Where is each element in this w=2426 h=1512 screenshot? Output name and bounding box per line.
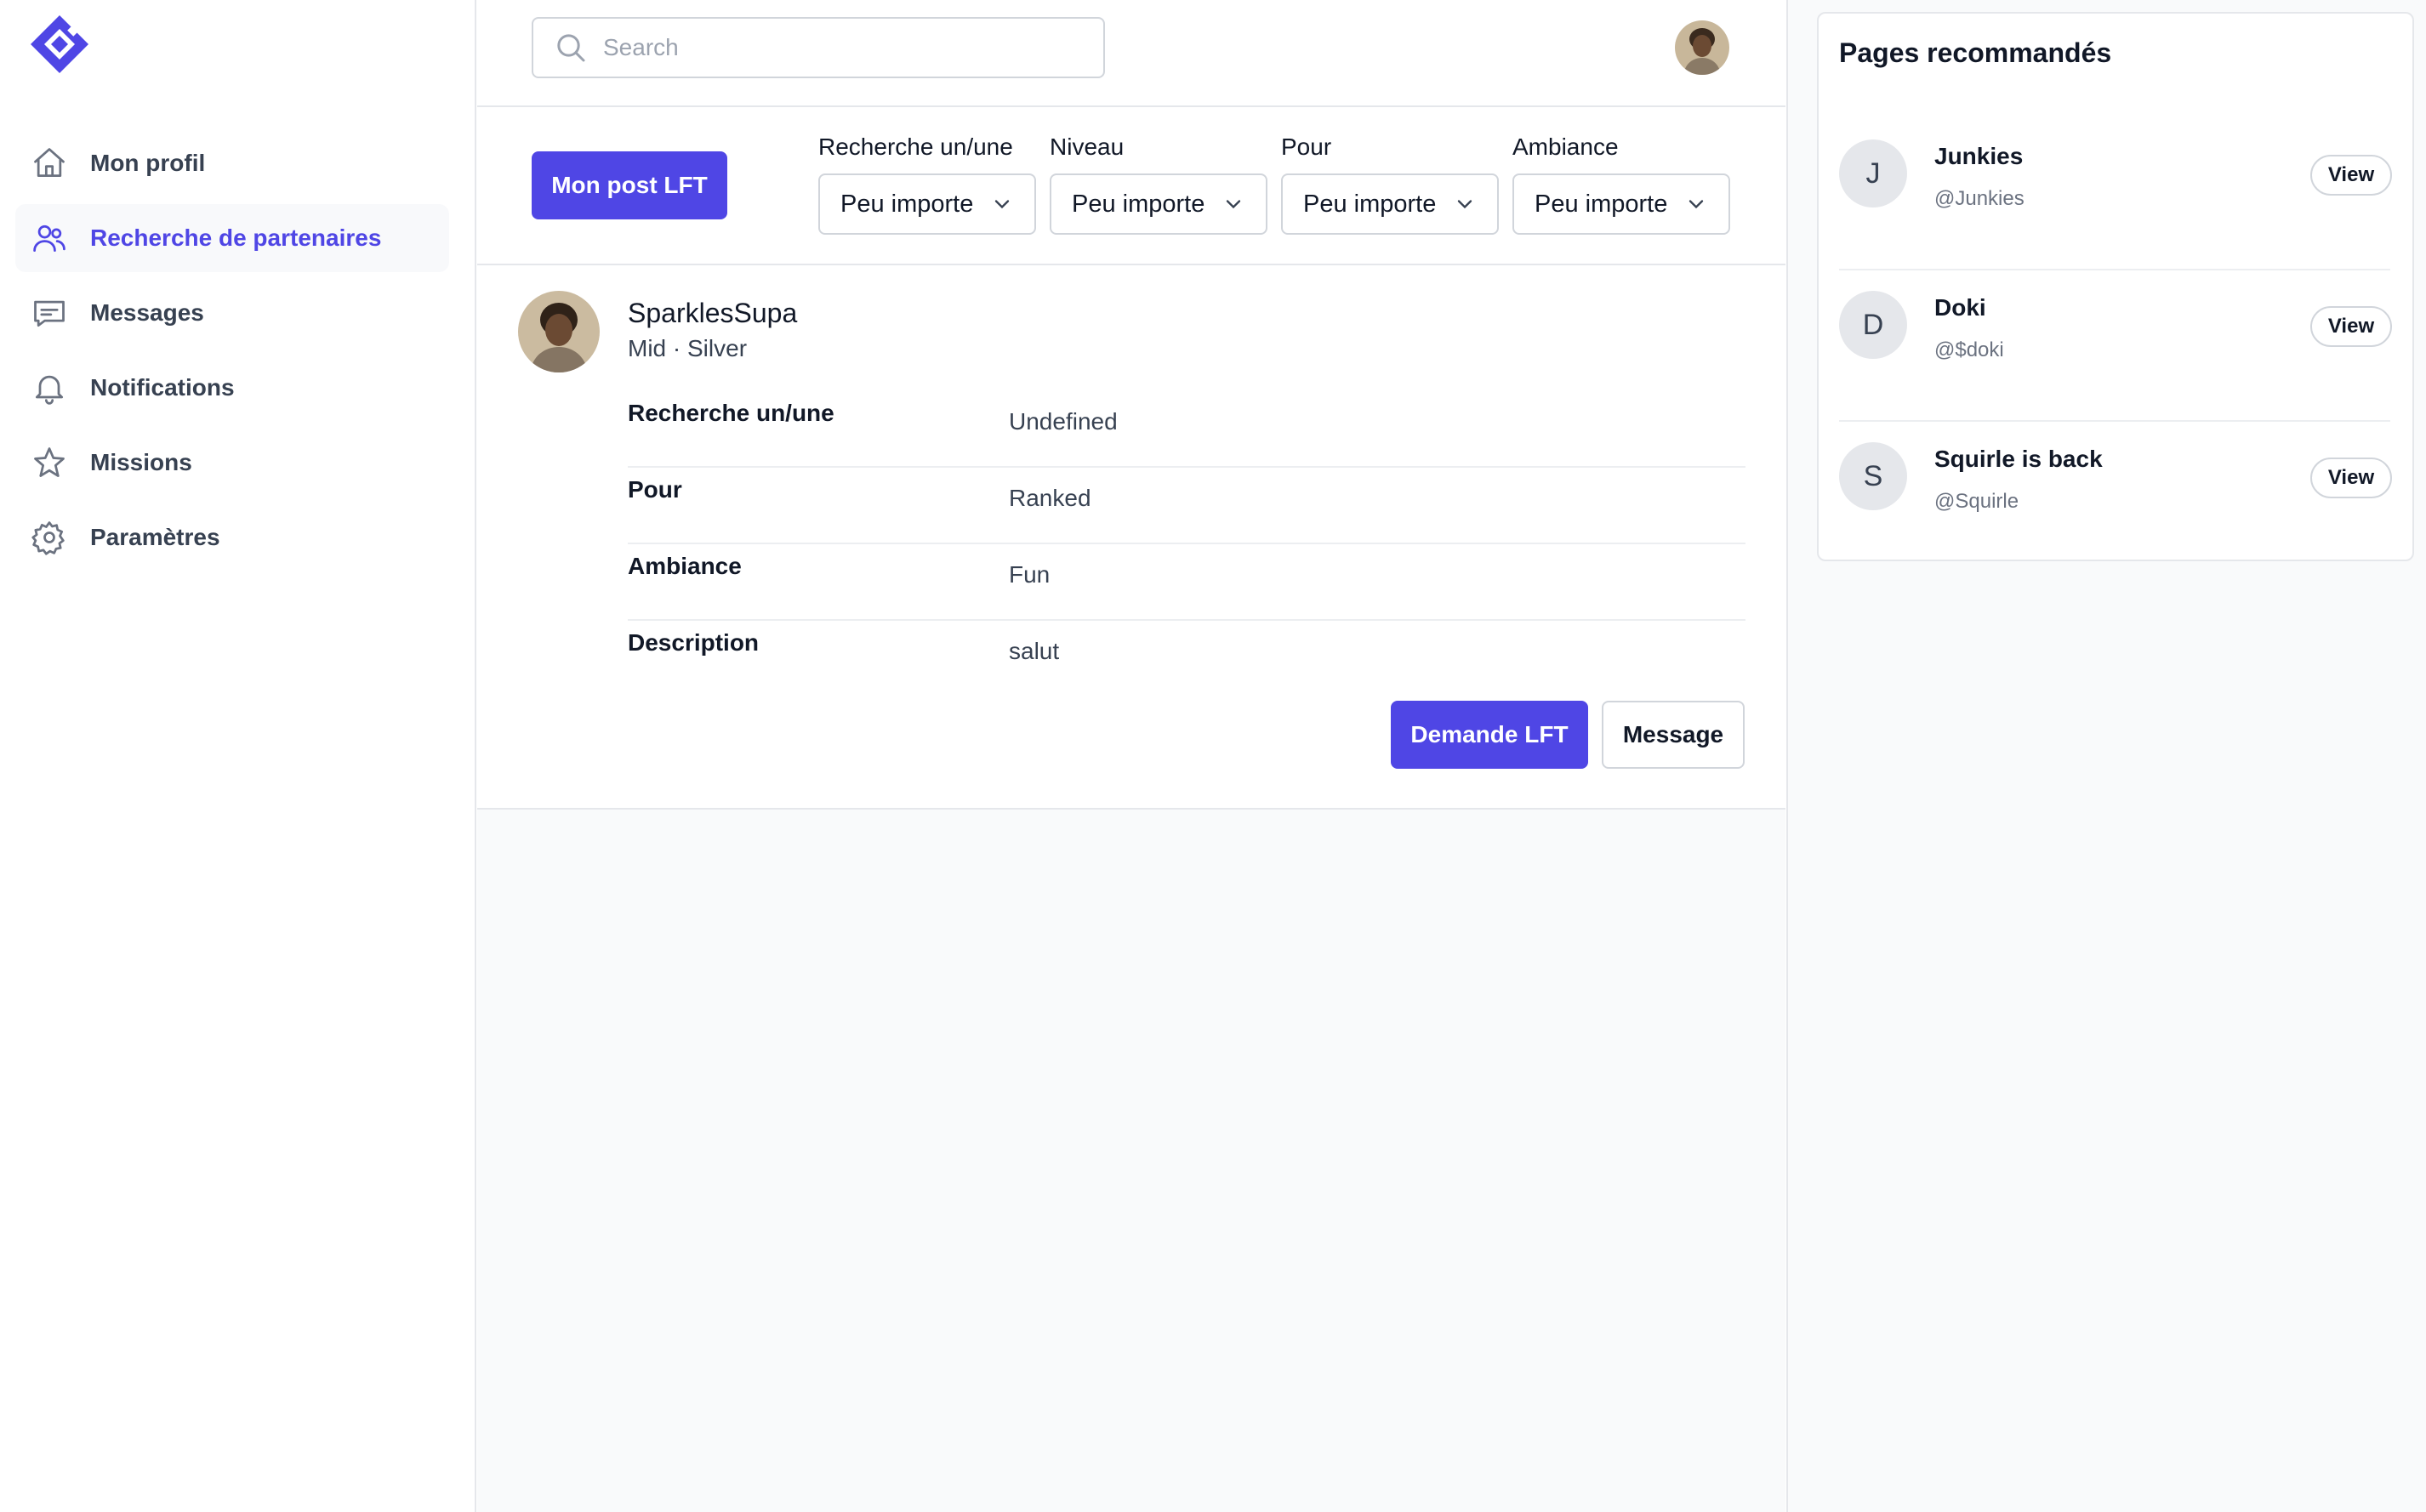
main-content: Mon post LFT Recherche un/une Peu import…	[477, 0, 1785, 1512]
home-icon	[31, 145, 68, 182]
filter-ambiance: Ambiance Peu importe	[1512, 133, 1730, 235]
recommended-handle: @Junkies	[1934, 187, 2025, 210]
detail-row: Recherche un/une Undefined	[628, 391, 1745, 468]
post-author-name[interactable]: SparklesSupa	[628, 298, 797, 329]
sidebar-item-label: Recherche de partenaires	[90, 225, 382, 251]
detail-key: Description	[628, 629, 760, 656]
select-value: Peu importe	[1303, 190, 1437, 218]
sidebar-item-notifications[interactable]: Notifications	[15, 354, 449, 422]
sidebar-item-label: Messages	[90, 299, 204, 326]
select-value: Peu importe	[1072, 190, 1205, 218]
chevron-down-icon	[1457, 200, 1472, 209]
filter-label: Recherche un/une	[818, 134, 1013, 160]
detail-key: Pour	[628, 476, 682, 503]
select-value: Peu importe	[840, 190, 974, 218]
filter-ambiance-select[interactable]: Peu importe	[1512, 173, 1730, 235]
detail-value: Fun	[1009, 561, 1051, 588]
chevron-down-icon	[994, 200, 1010, 209]
detail-row: Ambiance Fun	[628, 544, 1745, 621]
filter-pour-select[interactable]: Peu importe	[1281, 173, 1499, 235]
view-button[interactable]: View	[2310, 155, 2392, 196]
sidebar-item-missions[interactable]: Missions	[15, 429, 449, 497]
message-button[interactable]: Message	[1602, 701, 1745, 769]
detail-value: Ranked	[1009, 485, 1091, 511]
avatar: D	[1839, 291, 1907, 359]
view-button[interactable]: View	[2310, 306, 2392, 347]
sidebar-item-label: Missions	[90, 449, 192, 475]
filter-label: Niveau	[1050, 134, 1125, 160]
filter-recherche: Recherche un/une Peu importe	[818, 133, 1036, 235]
recommended-item: S Squirle is back @Squirle View	[1839, 422, 2392, 573]
chevron-down-icon	[1226, 200, 1241, 209]
sidebar-item-parametres[interactable]: Paramètres	[15, 503, 449, 571]
sidebar-item-label: Mon profil	[90, 150, 206, 176]
post-author-rank: Mid · Silver	[628, 335, 748, 361]
recommended-name: Junkies	[1934, 143, 2024, 169]
sidebar-item-recherche-de-partenaires[interactable]: Recherche de partenaires	[15, 204, 449, 272]
detail-value: salut	[1009, 638, 1060, 664]
filter-niveau-select[interactable]: Peu importe	[1050, 173, 1267, 235]
detail-value: Undefined	[1009, 408, 1118, 435]
top-bar	[477, 0, 1785, 107]
detail-key: Ambiance	[628, 553, 742, 579]
search-icon	[557, 34, 585, 62]
recommended-pages-card: Pages recommandés J Junkies @Junkies Vie…	[1817, 12, 2414, 561]
right-panel: Pages recommandés J Junkies @Junkies Vie…	[1786, 0, 2426, 1512]
user-avatar[interactable]	[1675, 20, 1729, 75]
gear-icon	[31, 519, 68, 556]
my-lft-post-button[interactable]: Mon post LFT	[532, 151, 727, 219]
detail-row: Pour Ranked	[628, 468, 1745, 544]
detail-key: Recherche un/une	[628, 400, 834, 426]
recommended-name: Doki	[1934, 294, 1986, 321]
recommended-handle: @$doki	[1934, 338, 2004, 361]
diamond-logo-icon[interactable]	[27, 12, 92, 77]
recommended-item: D Doki @$doki View	[1839, 270, 2392, 422]
post-details: Recherche un/une Undefined Pour Ranked A…	[628, 391, 1745, 697]
lft-post-card: SparklesSupa Mid · Silver Recherche un/u…	[477, 265, 1785, 810]
filter-recherche-select[interactable]: Peu importe	[818, 173, 1036, 235]
star-icon	[31, 444, 68, 481]
filter-bar: Mon post LFT Recherche un/une Peu import…	[477, 107, 1785, 265]
avatar: J	[1839, 139, 1907, 207]
search-box[interactable]	[532, 17, 1105, 78]
request-lft-button[interactable]: Demande LFT	[1391, 701, 1588, 769]
filter-pour: Pour Peu importe	[1281, 133, 1499, 235]
sidebar-item-label: Notifications	[90, 374, 235, 401]
avatar: S	[1839, 442, 1907, 510]
sidebar: Mon profil Recherche de partenaires Mess…	[0, 0, 476, 1512]
chevron-down-icon	[1689, 200, 1704, 209]
filter-label: Pour	[1281, 134, 1332, 160]
filter-niveau: Niveau Peu importe	[1050, 133, 1267, 235]
recommended-list: J Junkies @Junkies View D Doki @$doki Vi…	[1839, 119, 2392, 573]
sidebar-item-messages[interactable]: Messages	[15, 279, 449, 347]
recommended-pages-title: Pages recommandés	[1839, 37, 2112, 68]
recommended-handle: @Squirle	[1934, 490, 2019, 513]
view-button[interactable]: View	[2310, 458, 2392, 498]
search-input[interactable]	[603, 34, 1079, 61]
post-author-avatar[interactable]	[518, 291, 600, 372]
select-value: Peu importe	[1535, 190, 1668, 218]
bell-icon	[31, 369, 68, 406]
filter-label: Ambiance	[1512, 134, 1619, 160]
sidebar-nav: Mon profil Recherche de partenaires Mess…	[15, 129, 449, 578]
users-icon	[31, 219, 68, 257]
sidebar-item-mon-profil[interactable]: Mon profil	[15, 129, 449, 197]
chat-icon	[31, 294, 68, 332]
recommended-name: Squirle is back	[1934, 446, 2103, 472]
recommended-item: J Junkies @Junkies View	[1839, 119, 2392, 270]
detail-row: Description salut	[628, 621, 1745, 697]
sidebar-item-label: Paramètres	[90, 524, 220, 550]
